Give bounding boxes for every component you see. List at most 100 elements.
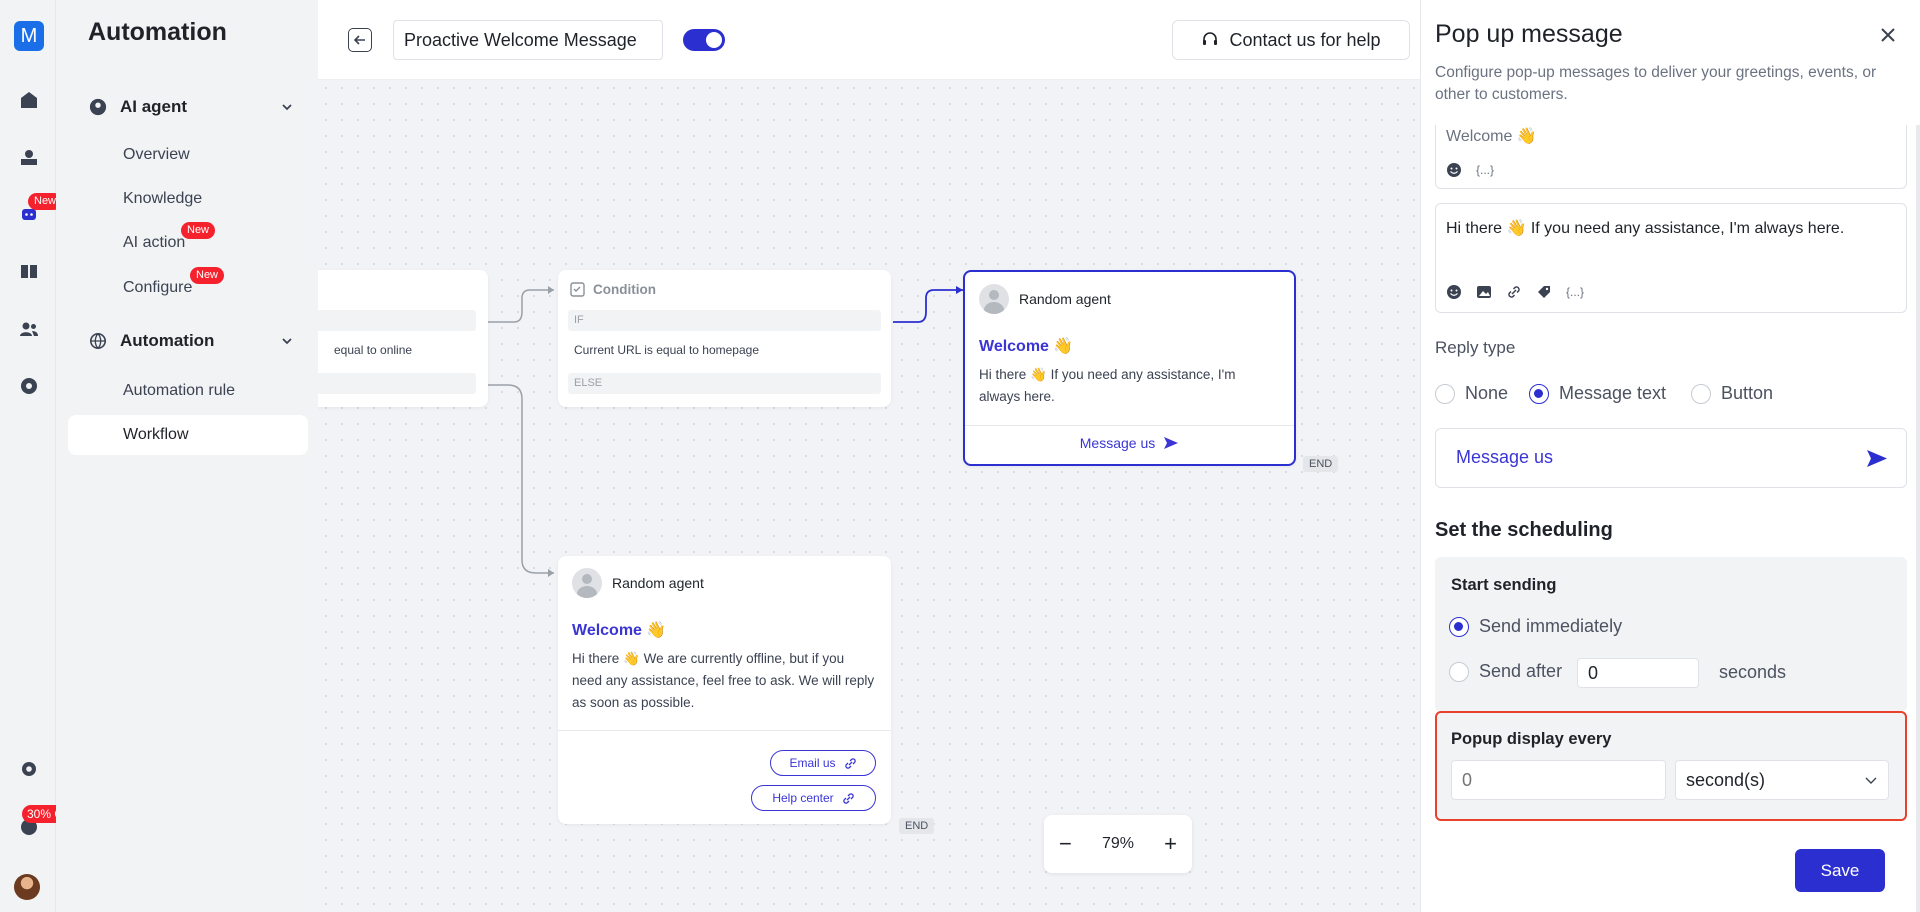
tag-icon[interactable] <box>1536 284 1552 300</box>
if-row: IF <box>568 310 881 331</box>
zoom-control: − 79% + <box>1044 815 1192 873</box>
send-icon <box>1164 437 1179 449</box>
title-field-viewport: Welcome 👋 {...} <box>1421 125 1920 190</box>
send-icon <box>1867 450 1887 467</box>
message-us-link[interactable]: Message us <box>965 435 1294 451</box>
radio-button <box>1529 383 1549 404</box>
condition-card[interactable]: Condition IF Current URL is equal to hom… <box>558 270 891 407</box>
card-divider <box>965 425 1294 426</box>
seconds-label: seconds <box>1719 662 1787 682</box>
radio-label: Button <box>1721 383 1774 403</box>
user-avatar[interactable] <box>14 874 40 900</box>
sidebar-item-knowledge[interactable]: Knowledge <box>123 190 202 208</box>
app-logo[interactable]: M <box>14 21 44 51</box>
sidebar-item-overview[interactable]: Overview <box>123 146 190 164</box>
start-sending-section: Start sending Send immediately Send afte… <box>1435 557 1907 712</box>
title-field[interactable]: Welcome 👋 {...} <box>1435 125 1907 189</box>
variable-button[interactable]: {...} <box>1566 285 1584 299</box>
zoom-level: 79% <box>1101 835 1134 852</box>
headset-icon <box>1203 32 1218 45</box>
new-badge: New <box>190 267 225 284</box>
icon-rail: M New 30% OFF <box>0 0 84 912</box>
close-icon[interactable] <box>1879 26 1897 44</box>
arrow-left-icon <box>353 35 365 45</box>
condition-header: Condition <box>570 282 656 297</box>
welcome-title: Welcome 👋 <box>572 622 667 639</box>
zoom-in-button[interactable]: + <box>1164 831 1177 857</box>
image-icon[interactable] <box>1476 284 1492 300</box>
radio-button <box>1449 661 1469 682</box>
workflow-canvas[interactable]: equal to online Condition IF Current URL… <box>318 0 1420 912</box>
chevron-down-icon <box>282 104 292 111</box>
sidebar-title: Automation <box>88 18 227 46</box>
email-us-button[interactable]: Email us <box>770 750 876 776</box>
condition-title: Condition <box>593 282 656 297</box>
reply-type-label: Reply type <box>1435 338 1516 357</box>
condition-text: Current URL is equal to homepage <box>574 343 759 357</box>
sidebar-group-ai-agent[interactable]: AI agent <box>88 97 294 117</box>
message-card-selected[interactable]: Random agent Welcome 👋 Hi there 👋 If you… <box>963 270 1296 466</box>
reply-type-none[interactable]: None <box>1435 383 1508 404</box>
else-row: ELSE <box>568 373 881 394</box>
workflow-name-input[interactable] <box>393 20 663 60</box>
reply-type-button[interactable]: Button <box>1691 383 1773 404</box>
message-card[interactable]: Random agent Welcome 👋 Hi there 👋 We are… <box>558 556 891 824</box>
sidebar-item-configure[interactable]: Configure <box>123 279 192 297</box>
sidebar-item-ai-action[interactable]: AI action <box>123 234 185 252</box>
agent-icon <box>88 97 108 117</box>
radio-label: None <box>1465 383 1509 403</box>
popup-unit-select[interactable]: second(s) <box>1675 760 1889 800</box>
home-icon[interactable] <box>18 89 40 111</box>
contact-help-button[interactable]: Contact us for help <box>1172 20 1410 60</box>
sidebar-item-workflow[interactable]: Workflow <box>123 426 189 444</box>
sidebar-group-label: Automation <box>120 331 215 350</box>
popup-display-section: Popup display every second(s) <box>1435 711 1907 821</box>
message-toolbar: {...} <box>1446 284 1584 300</box>
sidebar-item-automation-rule[interactable]: Automation rule <box>123 382 235 400</box>
variable-button[interactable]: {...} <box>1476 163 1494 177</box>
sidebar-group-automation[interactable]: Automation <box>88 331 294 351</box>
card-row <box>318 310 476 331</box>
radio-label: Send after <box>1479 661 1563 681</box>
book-icon[interactable] <box>18 260 40 282</box>
agent-avatar <box>572 568 602 598</box>
agent-row: Random agent <box>572 568 704 598</box>
send-after-option[interactable]: Send after <box>1449 661 1562 682</box>
radio-button <box>1449 616 1469 637</box>
popup-interval-input[interactable] <box>1451 760 1666 800</box>
link-icon[interactable] <box>1506 284 1522 300</box>
send-immediately-option[interactable]: Send immediately <box>1449 616 1622 637</box>
chevron-down-icon <box>282 338 292 345</box>
reports-icon[interactable] <box>18 375 40 397</box>
help-center-button[interactable]: Help center <box>751 785 876 811</box>
reply-type-message-text[interactable]: Message text <box>1529 383 1666 404</box>
trigger-card[interactable]: equal to online <box>318 270 488 407</box>
title-field-text: Welcome 👋 <box>1446 128 1537 145</box>
start-sending-label: Start sending <box>1451 576 1557 594</box>
send-after-seconds-input[interactable] <box>1577 658 1699 688</box>
welcome-message: Hi there 👋 If you need any assistance, I… <box>979 367 1236 404</box>
chevron-down-icon <box>1865 777 1877 784</box>
message-field[interactable]: Hi there 👋 If you need any assistance, I… <box>1435 203 1907 313</box>
agent-name: Random agent <box>612 575 704 591</box>
radio-button <box>1435 383 1455 404</box>
email-us-label: Email us <box>789 756 836 770</box>
save-button[interactable]: Save <box>1795 849 1885 892</box>
link-icon <box>842 792 854 804</box>
emoji-icon[interactable] <box>1446 284 1462 300</box>
inbox-icon[interactable] <box>18 146 40 168</box>
emoji-icon[interactable] <box>1446 162 1462 178</box>
help-center-label: Help center <box>772 791 834 805</box>
zoom-out-button[interactable]: − <box>1059 831 1072 857</box>
panel-scrollbar[interactable] <box>1916 125 1920 912</box>
contacts-icon[interactable] <box>18 318 40 340</box>
reply-button-field[interactable]: Message us <box>1435 428 1907 488</box>
scheduling-heading: Set the scheduling <box>1435 519 1613 541</box>
card-row <box>318 373 476 394</box>
back-button[interactable] <box>348 28 372 52</box>
workflow-enabled-toggle[interactable] <box>683 29 725 51</box>
gear-icon[interactable] <box>18 758 40 780</box>
reply-button-text: Message us <box>1456 447 1554 467</box>
condition-text: equal to online <box>334 343 413 357</box>
agent-avatar <box>979 284 1009 314</box>
